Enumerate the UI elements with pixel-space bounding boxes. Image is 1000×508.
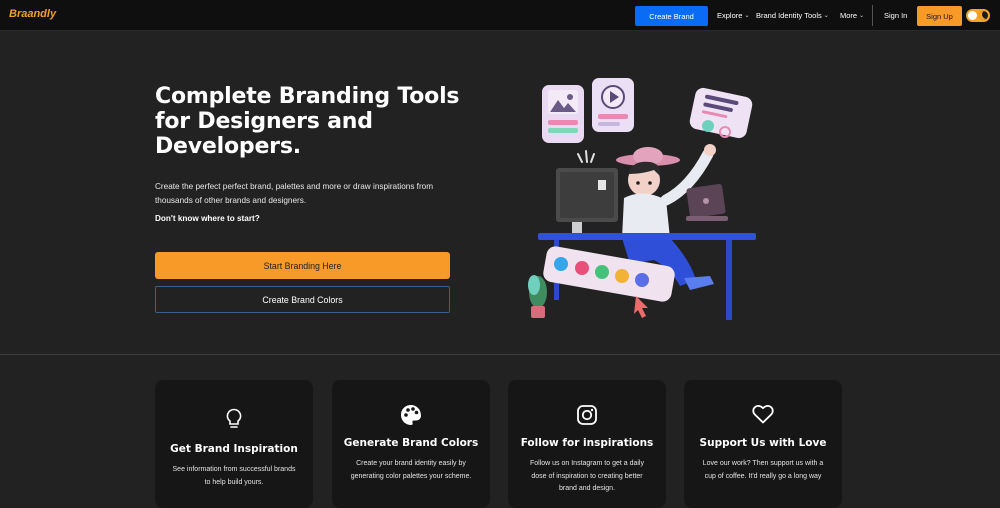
top-navbar: Braandly Create Brand Explore ⌄ Brand Id… <box>0 0 1000 31</box>
moon-icon <box>979 11 988 20</box>
nav-brand-identity-tools[interactable]: Brand Identity Tools ⌄ <box>756 11 829 20</box>
nav-divider <box>872 5 873 26</box>
sign-up-button[interactable]: Sign Up <box>917 6 962 26</box>
feature-title: Support Us with Love <box>699 437 827 449</box>
sign-in-link[interactable]: Sign In <box>884 11 907 20</box>
nav-explore[interactable]: Explore ⌄ <box>717 11 749 20</box>
image-card-icon <box>542 85 584 143</box>
lightbulb-icon <box>155 408 313 430</box>
chevron-down-icon: ⌄ <box>859 13 865 19</box>
laptop-icon <box>686 184 728 221</box>
hero-title: Complete Branding Tools for Designers an… <box>155 84 460 159</box>
nav-brand-identity-tools-label: Brand Identity Tools <box>756 11 822 20</box>
hero-description: Create the perfect perfect brand, palett… <box>155 182 434 205</box>
settings-card-icon <box>689 87 753 139</box>
video-card-icon <box>592 78 634 132</box>
section-divider <box>0 354 1000 355</box>
chevron-down-icon: ⌄ <box>823 13 829 19</box>
palette-icon <box>332 404 490 426</box>
nav-more-label: More <box>840 11 858 20</box>
instagram-icon <box>508 404 666 426</box>
hero-question: Don't know where to start? <box>155 214 260 223</box>
brand-logo[interactable]: Braandly <box>9 8 56 20</box>
feature-text: Follow us on Instagram to get a daily do… <box>529 460 644 492</box>
create-brand-colors-button[interactable]: Create Brand Colors <box>155 286 450 313</box>
feature-title: Get Brand Inspiration <box>170 443 298 455</box>
nav-explore-label: Explore <box>717 11 743 20</box>
monitor-icon <box>556 168 618 238</box>
start-branding-button[interactable]: Start Branding Here <box>155 252 450 279</box>
feature-card-instagram[interactable]: Follow for inspirations Follow us on Ins… <box>508 380 666 508</box>
feature-card-colors[interactable]: Generate Brand Colors Create your brand … <box>332 380 490 508</box>
create-brand-button[interactable]: Create Brand <box>635 6 708 26</box>
feature-card-inspiration[interactable]: Get Brand Inspiration See information fr… <box>155 380 313 508</box>
feature-text: Love our work? Then support us with a cu… <box>702 460 824 480</box>
feature-title: Generate Brand Colors <box>343 437 479 449</box>
plant-icon <box>528 275 547 318</box>
heart-icon <box>684 404 842 424</box>
feature-text: See information from successful brands t… <box>172 466 296 486</box>
hero-illustration <box>528 78 756 320</box>
feature-title: Follow for inspirations <box>520 437 654 449</box>
sun-icon <box>968 11 977 20</box>
chevron-down-icon: ⌄ <box>744 13 750 19</box>
nav-more[interactable]: More ⌄ <box>840 11 864 20</box>
feature-card-support[interactable]: Support Us with Love Love our work? Then… <box>684 380 842 508</box>
feature-text: Create your brand identity easily by gen… <box>350 460 472 480</box>
theme-toggle[interactable] <box>966 9 990 22</box>
